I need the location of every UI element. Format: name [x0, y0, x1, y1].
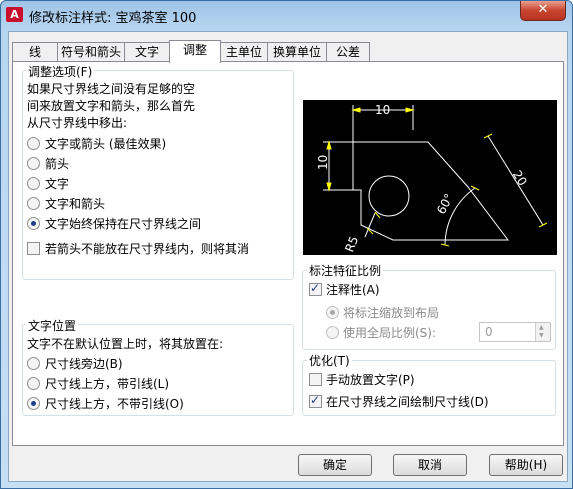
tab-tolerances[interactable]: 公差	[326, 42, 370, 61]
spinner-buttons[interactable]: ▲ ▼	[535, 323, 550, 341]
radio-text-or-arrows[interactable]	[27, 137, 40, 150]
preview-label-radius: R5	[342, 234, 361, 254]
suppress-arrows-label[interactable]: 若箭头不能放在尺寸界线内，则将其消	[45, 240, 249, 257]
radio-text-and-arrows-label[interactable]: 文字和箭头	[45, 195, 105, 212]
radio-over-without-leader-label[interactable]: 尺寸线上方，不带引线(O)	[45, 395, 184, 412]
preview-label-top: 10	[375, 103, 390, 117]
dimension-preview: 10 10 20 60° R5	[303, 100, 557, 255]
spin-up-icon[interactable]: ▲	[539, 324, 544, 331]
preview-label-diagonal: 20	[510, 168, 530, 188]
radio-text-and-arrows[interactable]	[27, 197, 40, 210]
spin-down-icon[interactable]: ▼	[539, 332, 544, 339]
radio-over-without-leader[interactable]	[27, 397, 40, 410]
radio-over-with-leader-label[interactable]: 尺寸线上方，带引线(L)	[45, 375, 169, 392]
suppress-arrows-checkbox[interactable]	[27, 242, 40, 255]
dialog-window: A 修改标注样式: 宝鸡茶室 100 ✕ 线 符号和箭头 文字 调整 主单位 换…	[0, 0, 573, 489]
radio-text[interactable]	[27, 177, 40, 190]
manual-text-checkbox[interactable]	[309, 373, 322, 386]
overall-scale-value[interactable]: 0	[485, 325, 493, 339]
preview-drawing: 10 10 20 60° R5	[316, 103, 548, 254]
radio-use-overall-scale[interactable]	[326, 326, 339, 339]
tab-text[interactable]: 文字	[124, 42, 170, 61]
fit-description-line: 如果尺寸界线之间没有足够的空	[27, 82, 196, 96]
help-button[interactable]: 帮助(H)	[489, 454, 563, 476]
annotative-label[interactable]: 注释性(A)	[326, 281, 380, 298]
text-placement-description: 文字不在默认位置上时，将其放置在:	[27, 337, 224, 351]
radio-beside-dim-line-label[interactable]: 尺寸线旁边(B)	[45, 355, 123, 372]
fit-options-title: 调整选项(F)	[26, 63, 95, 80]
autocad-icon: A	[6, 7, 23, 22]
overall-scale-spinner[interactable]: 0 ▲ ▼	[479, 322, 551, 342]
tab-symbols-arrows[interactable]: 符号和箭头	[57, 42, 125, 61]
radio-beside-dim-line[interactable]	[27, 357, 40, 370]
draw-dim-line-label[interactable]: 在尺寸界线之间绘制尺寸线(D)	[326, 393, 489, 410]
close-button[interactable]: ✕	[520, 1, 566, 21]
radio-keep-text-between[interactable]	[27, 217, 40, 230]
window-title: 修改标注样式: 宝鸡茶室 100	[29, 11, 197, 26]
dialog-client: 线 符号和箭头 文字 调整 主单位 换算单位 公差 调整选项(F) 如果尺寸界线…	[8, 31, 568, 482]
radio-scale-to-layout-label[interactable]: 将标注缩放到布局	[343, 304, 439, 321]
tab-alternate-units[interactable]: 换算单位	[267, 42, 327, 61]
radio-keep-text-between-label[interactable]: 文字始终保持在尺寸界线之间	[45, 215, 201, 232]
tab-primary-units[interactable]: 主单位	[220, 42, 268, 61]
scale-group-title: 标注特征比例	[307, 262, 384, 279]
radio-over-with-leader[interactable]	[27, 377, 40, 390]
manual-text-label[interactable]: 手动放置文字(P)	[326, 371, 415, 388]
radio-arrows-label[interactable]: 箭头	[45, 155, 69, 172]
tab-fit[interactable]: 调整	[169, 40, 221, 63]
preview-label-left: 10	[316, 155, 330, 170]
fit-description-line: 从尺寸界线中移出:	[27, 116, 128, 130]
annotative-checkbox[interactable]	[309, 281, 322, 296]
radio-text-label[interactable]: 文字	[45, 175, 69, 192]
fit-description-line: 间来放置文字和箭头，那么首先	[27, 99, 196, 113]
title-bar[interactable]: A 修改标注样式: 宝鸡茶室 100 ✕	[1, 1, 572, 29]
ok-button[interactable]: 确定	[298, 454, 372, 476]
fit-tab-panel: 调整选项(F) 如果尺寸界线之间没有足够的空 间来放置文字和箭头，那么首先 从尺…	[12, 61, 564, 446]
fine-tuning-title: 优化(T)	[307, 352, 352, 369]
text-placement-title: 文字位置	[26, 317, 79, 334]
draw-dim-line-checkbox[interactable]	[309, 393, 322, 408]
tab-lines[interactable]: 线	[12, 42, 58, 61]
cancel-button[interactable]: 取消	[393, 454, 467, 476]
radio-text-or-arrows-label[interactable]: 文字或箭头 (最佳效果)	[45, 135, 166, 152]
radio-arrows[interactable]	[27, 157, 40, 170]
radio-scale-to-layout[interactable]	[326, 306, 339, 319]
radio-use-overall-scale-label[interactable]: 使用全局比例(S):	[343, 324, 436, 341]
